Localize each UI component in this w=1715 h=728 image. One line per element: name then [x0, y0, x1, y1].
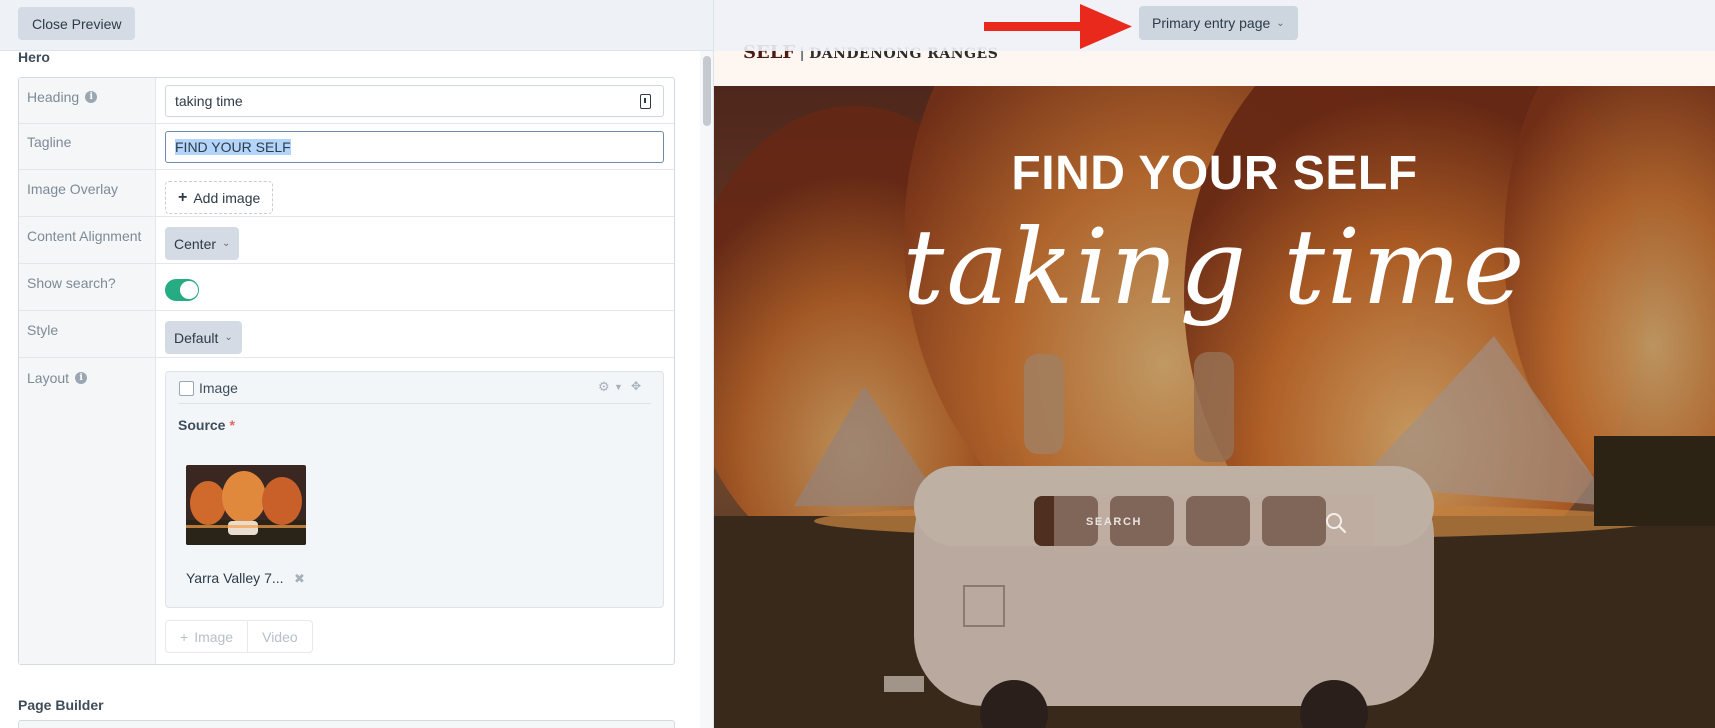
layout-label-text: Layout — [27, 370, 70, 386]
hero-tagline: FIND YOUR SELF — [1011, 147, 1418, 200]
close-preview-button[interactable]: Close Preview — [18, 7, 136, 40]
source-label-text: Source — [178, 417, 226, 433]
show-search-toggle[interactable] — [165, 279, 199, 301]
entry-target-select[interactable]: Primary entry page ⌄ — [1139, 6, 1298, 40]
layout-label: Layout i — [27, 370, 88, 386]
image-overlay-label: Image Overlay — [27, 181, 119, 197]
tagline-value: FIND YOUR SELF — [175, 139, 291, 155]
required-indicator: * — [229, 417, 235, 433]
asset-thumbnail[interactable] — [186, 465, 306, 545]
asset-filename: Yarra Valley 7... — [186, 570, 284, 586]
style-value: Default — [174, 329, 219, 346]
preview-toolbar: Primary entry page ⌄ — [714, 0, 1715, 51]
new-video-block-button[interactable]: Video — [247, 621, 312, 652]
live-preview-pane: SELF | DANDENONG RANGES FIND YOUR SELF t… — [714, 0, 1715, 728]
row-divider — [19, 357, 674, 358]
gear-icon[interactable]: ⚙ — [598, 379, 610, 395]
remove-icon[interactable]: ✖ — [294, 571, 305, 587]
chevron-down-icon[interactable]: ▼ — [614, 382, 623, 392]
search-icon[interactable] — [1324, 511, 1348, 535]
plus-icon: + — [180, 628, 189, 645]
info-icon[interactable]: i — [75, 372, 88, 384]
heading-value: taking time — [175, 93, 243, 109]
content-alignment-value: Center — [174, 235, 217, 252]
editor-toolbar: Close Preview — [0, 0, 713, 51]
arrow-annotation — [984, 4, 1132, 49]
balloon-thumbnail-image — [186, 465, 306, 545]
field-settings-icon[interactable] — [640, 94, 651, 109]
toggle-knob — [180, 281, 198, 299]
new-block-buttons: + Image Video — [165, 620, 313, 653]
hero-search-box[interactable]: SEARCH — [1054, 494, 1374, 552]
tagline-label: Tagline — [27, 134, 72, 150]
heading-label-text: Heading — [27, 89, 80, 105]
block-type-label: Image — [199, 380, 238, 396]
entry-editor-pane: Close Preview Hero Heading i Tagline Ima… — [0, 0, 714, 728]
chevron-down-icon: ⌄ — [224, 332, 233, 343]
scrollbar-thumb[interactable] — [703, 56, 711, 126]
new-image-label: Image — [194, 628, 234, 645]
row-divider — [19, 123, 674, 124]
row-divider — [19, 310, 674, 311]
heading-label: Heading i — [27, 89, 98, 105]
source-label: Source * — [178, 417, 235, 433]
add-image-button[interactable]: + Add image — [165, 181, 274, 214]
row-divider — [19, 169, 674, 170]
scrollbar-track[interactable] — [700, 51, 713, 728]
block-divider — [178, 403, 651, 404]
show-search-label: Show search? — [27, 275, 116, 291]
page-builder-field — [18, 720, 675, 728]
content-alignment-select[interactable]: Center ⌄ — [165, 227, 240, 260]
image-block: Image ⚙ ▼ ✥ Source * Yarra Valley 7... ✖ — [165, 371, 664, 608]
info-icon[interactable]: i — [85, 91, 98, 103]
style-label: Style — [27, 322, 59, 338]
chevron-down-icon: ⌄ — [1276, 17, 1285, 29]
new-image-block-button[interactable]: + Image — [166, 621, 247, 652]
move-icon[interactable]: ✥ — [631, 379, 641, 393]
add-image-label: Add image — [193, 189, 261, 206]
row-divider — [19, 216, 674, 217]
hero-heading: taking time — [902, 206, 1527, 328]
chevron-down-icon: ⌄ — [222, 238, 231, 249]
block-select-checkbox[interactable] — [179, 381, 194, 396]
style-select[interactable]: Default ⌄ — [165, 321, 242, 354]
heading-input[interactable]: taking time — [165, 85, 664, 117]
hero-section-title: Hero — [18, 49, 50, 65]
plus-icon: + — [178, 188, 188, 206]
content-alignment-label: Content Alignment — [27, 228, 142, 244]
hero-banner: FIND YOUR SELF taking time SEARCH — [714, 86, 1715, 728]
row-divider — [19, 263, 674, 264]
entry-target-value: Primary entry page — [1152, 15, 1271, 31]
search-placeholder: SEARCH — [1086, 516, 1143, 528]
page-builder-section-title: Page Builder — [18, 697, 104, 713]
tagline-input[interactable]: FIND YOUR SELF — [165, 131, 664, 163]
hero-fields-table: Heading i Tagline Image Overlay Content … — [18, 77, 675, 665]
